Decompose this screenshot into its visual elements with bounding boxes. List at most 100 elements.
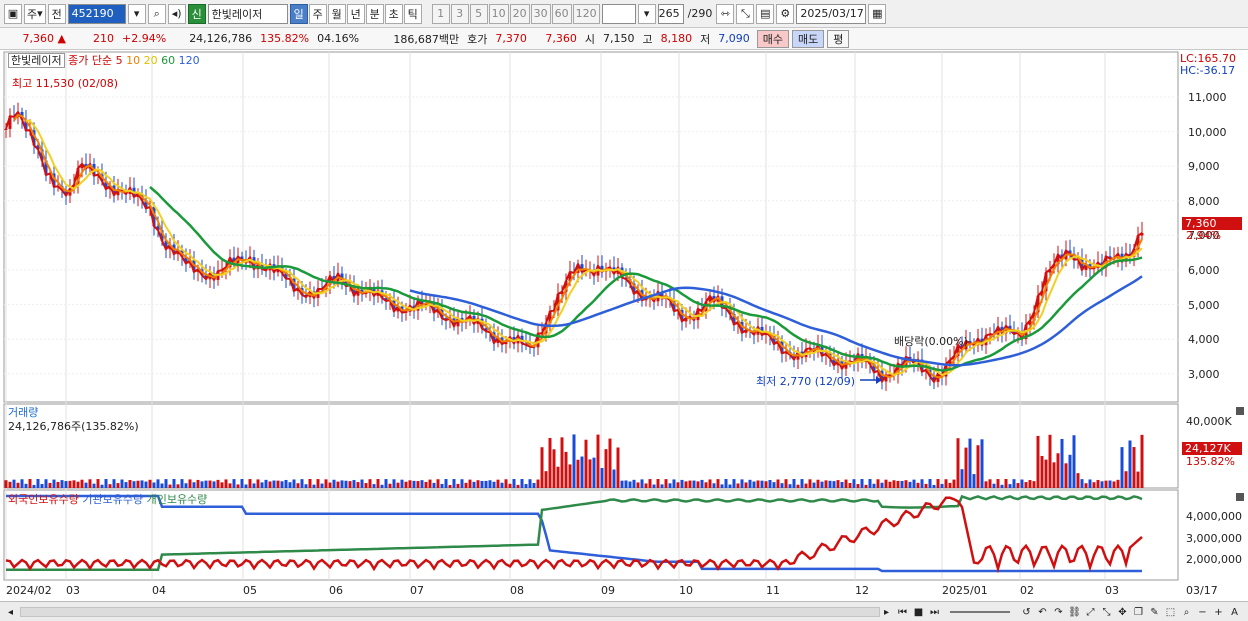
- fit-icon[interactable]: ⇿: [716, 3, 735, 24]
- volume-bar: [412, 480, 416, 488]
- interval-button[interactable]: 10: [488, 3, 509, 24]
- volume-bar: [604, 449, 608, 488]
- interval-button[interactable]: 60: [551, 3, 572, 24]
- volume-bar: [44, 479, 48, 488]
- select-icon[interactable]: ⬚: [1164, 605, 1177, 619]
- volume-bar: [140, 480, 144, 488]
- volume-bar: [280, 481, 284, 488]
- volume-bar: [252, 483, 256, 488]
- tool-icon[interactable]: ✎: [1148, 605, 1161, 619]
- copy-icon[interactable]: ❐: [1132, 605, 1145, 619]
- calendar-icon[interactable]: ▦: [868, 3, 887, 24]
- volume-bar: [480, 480, 484, 488]
- volume-bar: [360, 479, 364, 488]
- gear-icon[interactable]: ⚙: [776, 3, 795, 24]
- buy-button[interactable]: 매수: [756, 29, 789, 48]
- compress-icon[interactable]: ⤡: [1100, 605, 1113, 619]
- volume-bar: [48, 482, 52, 488]
- volume-value: 24,126,786: [189, 32, 253, 45]
- volume-bar: [844, 479, 848, 488]
- period-tab[interactable]: 년: [346, 3, 365, 24]
- market-prefix[interactable]: 전: [47, 3, 66, 24]
- stock-code-input[interactable]: 452190: [67, 3, 126, 24]
- window-menu-icon[interactable]: ▣: [4, 3, 22, 24]
- volume-bar: [968, 438, 972, 488]
- volume-bar: [16, 482, 20, 488]
- expand-icon[interactable]: ⤢: [1084, 605, 1097, 619]
- x-axis-label: 03: [1105, 584, 1119, 597]
- period-tab[interactable]: 주: [308, 3, 327, 24]
- zoom-in-icon[interactable]: +: [1212, 605, 1225, 619]
- volume-bar: [904, 480, 908, 488]
- stop-icon[interactable]: ■: [912, 605, 925, 619]
- x-axis-label: 04: [152, 584, 166, 597]
- interval-input[interactable]: [601, 3, 636, 24]
- play-forward-icon[interactable]: ▸: [880, 605, 893, 619]
- interval-button[interactable]: 30: [530, 3, 551, 24]
- high-price: 8,180: [660, 32, 693, 45]
- volume-bar: [676, 482, 680, 488]
- volume-bar: [1020, 479, 1024, 488]
- volume-bar: [1128, 440, 1132, 488]
- date-input[interactable]: 2025/03/17: [796, 3, 867, 24]
- drag-icon[interactable]: ✥: [1116, 605, 1129, 619]
- interval-button[interactable]: 20: [509, 3, 530, 24]
- ma20-label: 20: [143, 54, 158, 67]
- interval-button[interactable]: 120: [572, 3, 600, 24]
- undo-icon[interactable]: ↶: [1036, 605, 1049, 619]
- zoom-reset-icon[interactable]: ↺: [1020, 605, 1033, 619]
- chevron-down-icon[interactable]: ▾: [127, 3, 146, 24]
- volume-bar: [256, 479, 260, 488]
- font-size-icon[interactable]: A: [1228, 605, 1241, 619]
- zoom-out-icon[interactable]: −: [1196, 605, 1209, 619]
- volume-bar: [1116, 479, 1120, 488]
- chart-canvas[interactable]: [0, 50, 1248, 602]
- redo-icon[interactable]: ↷: [1052, 605, 1065, 619]
- link-icon[interactable]: ⛓: [1068, 605, 1081, 619]
- evaluate-button[interactable]: 평: [827, 29, 850, 48]
- volume-bar: [244, 484, 248, 488]
- volume-bar: [76, 481, 80, 488]
- interval-button[interactable]: 5: [469, 3, 488, 24]
- page-counter-input[interactable]: 265: [657, 3, 684, 24]
- interval-button[interactable]: 1: [431, 3, 450, 24]
- save-icon[interactable]: ▤: [756, 3, 775, 24]
- speaker-icon[interactable]: ◂): [167, 3, 186, 24]
- fast-forward-icon[interactable]: ⏭: [928, 605, 941, 619]
- volume-bar: [380, 484, 384, 488]
- market-type-select[interactable]: 주 ▾: [24, 3, 46, 24]
- x-axis-label: 06: [329, 584, 343, 597]
- volume-bar: [716, 479, 720, 488]
- candle-body: [4, 128, 8, 130]
- volume-bar: [416, 481, 420, 488]
- period-tab[interactable]: 일: [289, 3, 308, 24]
- x-axis-label: 2024/02: [6, 584, 52, 597]
- holding-tick-label: 2,000,000: [1186, 553, 1242, 566]
- volume-bar: [172, 479, 176, 488]
- volume-bar: [644, 483, 648, 488]
- volume-bar: [812, 482, 816, 488]
- volume-bar: [152, 482, 156, 488]
- chart-area[interactable]: 한빛레이저 종가 단순 5 10 20 60 120 최고 11,530 (02…: [0, 50, 1248, 602]
- volume-bar: [472, 481, 476, 488]
- volume-bar: [196, 479, 200, 488]
- period-tab[interactable]: 초: [384, 3, 403, 24]
- volume-bar: [964, 447, 968, 488]
- volume-bar: [672, 479, 676, 488]
- period-tab[interactable]: 틱: [403, 3, 422, 24]
- crosshair-icon[interactable]: ⤡: [736, 3, 755, 24]
- search-icon[interactable]: ⌕: [147, 3, 166, 24]
- horizontal-scrollbar[interactable]: [20, 607, 880, 617]
- interval-dropdown-icon[interactable]: ▾: [637, 3, 656, 24]
- magnify-icon[interactable]: ⌕: [1180, 605, 1193, 619]
- volume-bar: [608, 438, 612, 488]
- period-tab[interactable]: 분: [365, 3, 384, 24]
- period-tab[interactable]: 월: [327, 3, 346, 24]
- interval-button[interactable]: 3: [450, 3, 469, 24]
- sell-button[interactable]: 매도: [791, 29, 825, 48]
- zoom-slider[interactable]: [950, 611, 1010, 613]
- volume-bar: [524, 484, 528, 488]
- volume-bar: [316, 479, 320, 488]
- scroll-left-icon[interactable]: ◂: [4, 605, 17, 619]
- rewind-icon[interactable]: ⏮: [896, 605, 909, 619]
